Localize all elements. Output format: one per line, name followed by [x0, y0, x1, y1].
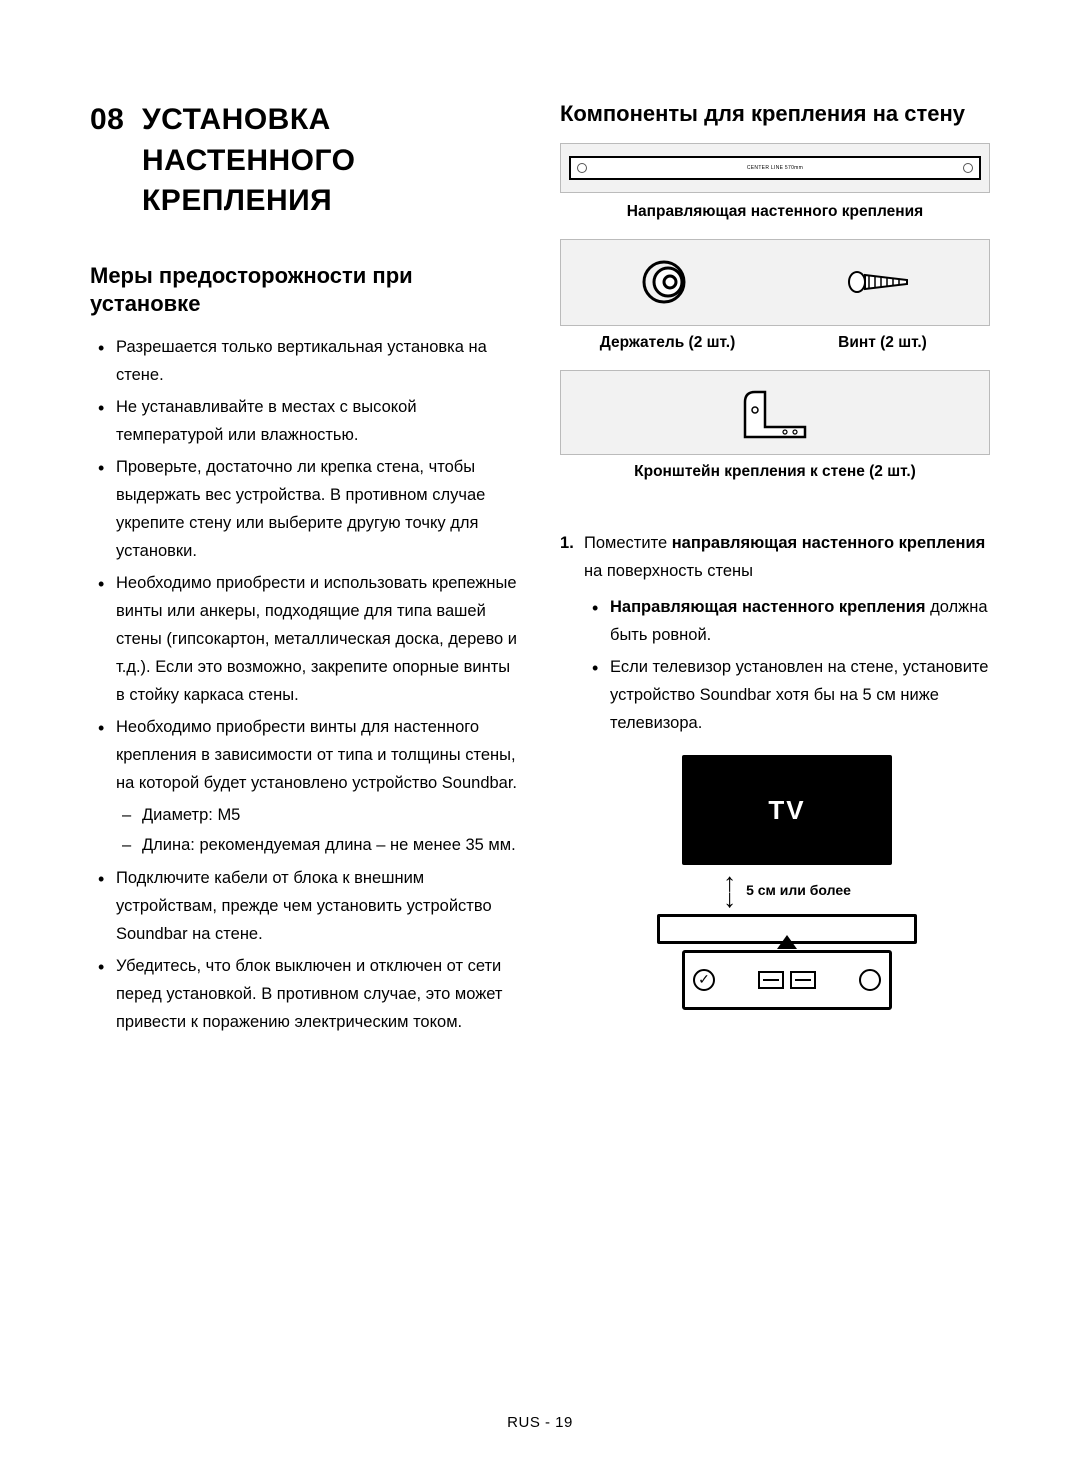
caption-holder: Держатель (2 шт.) — [560, 334, 775, 352]
figure-holder-screw — [560, 239, 990, 326]
chapter-title-line2: НАСТЕННОГО — [142, 144, 355, 177]
list-item: Если телевизор установлен на стене, уста… — [610, 653, 990, 737]
chapter-title-line1: УСТАНОВКА — [142, 103, 331, 136]
list-item: Убедитесь, что блок выключен и отключен … — [116, 952, 520, 1036]
guide-strip-icon: ✓ — [682, 950, 892, 1010]
list-item: Необходимо приобрести и использовать кре… — [116, 569, 520, 709]
list-item: Подключите кабели от блока к внешним уст… — [116, 864, 520, 948]
caption-screw: Винт (2 шт.) — [775, 334, 990, 352]
guide-center-label: CENTER LINE 570mm — [747, 165, 803, 171]
slot-icon — [790, 971, 816, 989]
list-item: Диаметр: M5 — [142, 801, 520, 829]
tv-icon: TV — [682, 755, 892, 865]
arrow-up-down-icon: ↑↓ — [723, 875, 736, 906]
list-item: Разрешается только вертикальная установк… — [116, 333, 520, 389]
screw-icon — [847, 267, 917, 297]
list-item: Длина: рекомендуемая длина – не менее 35… — [142, 831, 520, 859]
holder-icon — [640, 257, 696, 307]
precautions-list: Разрешается только вертикальная установк… — [90, 333, 520, 1036]
list-item: Не устанавливайте в местах с высокой тем… — [116, 393, 520, 449]
caption-guide: Направляющая настенного крепления — [560, 203, 990, 221]
page-footer: RUS - 19 — [0, 1414, 1080, 1431]
hole-icon — [577, 163, 587, 173]
figure-guide: CENTER LINE 570mm — [560, 143, 990, 193]
gap-label: 5 см или более — [746, 879, 851, 903]
step-1: Поместите направляющая настенного крепле… — [584, 529, 990, 1011]
figure-tv-clearance: TV ↑↓ 5 см или более ✓ — [584, 755, 990, 1010]
check-circle-icon: ✓ — [693, 969, 715, 991]
components-heading: Компоненты для крепления на стену — [560, 100, 990, 129]
caption-bracket: Кронштейн крепления к стене (2 шт.) — [560, 463, 990, 481]
right-column: Компоненты для крепления на стену CENTER… — [560, 100, 990, 1040]
tv-label: TV — [768, 788, 805, 832]
chapter-number: 08 — [90, 100, 142, 141]
precautions-heading: Меры предосторожности при установке — [90, 262, 520, 319]
chapter-title-line3: КРЕПЛЕНИЯ — [142, 184, 332, 217]
hole-icon — [963, 163, 973, 173]
figure-bracket — [560, 370, 990, 455]
left-column: 08 УСТАНОВКА НАСТЕННОГО КРЕПЛЕНИЯ Меры п… — [90, 100, 520, 1040]
list-item: Направляющая настенного крепления должна… — [610, 593, 990, 649]
list-item: Необходимо приобрести винты для настенно… — [116, 713, 520, 859]
slot-icon — [758, 971, 784, 989]
chapter-heading: 08 УСТАНОВКА НАСТЕННОГО КРЕПЛЕНИЯ — [90, 100, 520, 222]
list-item: Проверьте, достаточно ли крепка стена, ч… — [116, 453, 520, 565]
install-steps: Поместите направляющая настенного крепле… — [560, 529, 990, 1011]
circle-icon — [859, 969, 881, 991]
bracket-icon — [735, 382, 815, 442]
